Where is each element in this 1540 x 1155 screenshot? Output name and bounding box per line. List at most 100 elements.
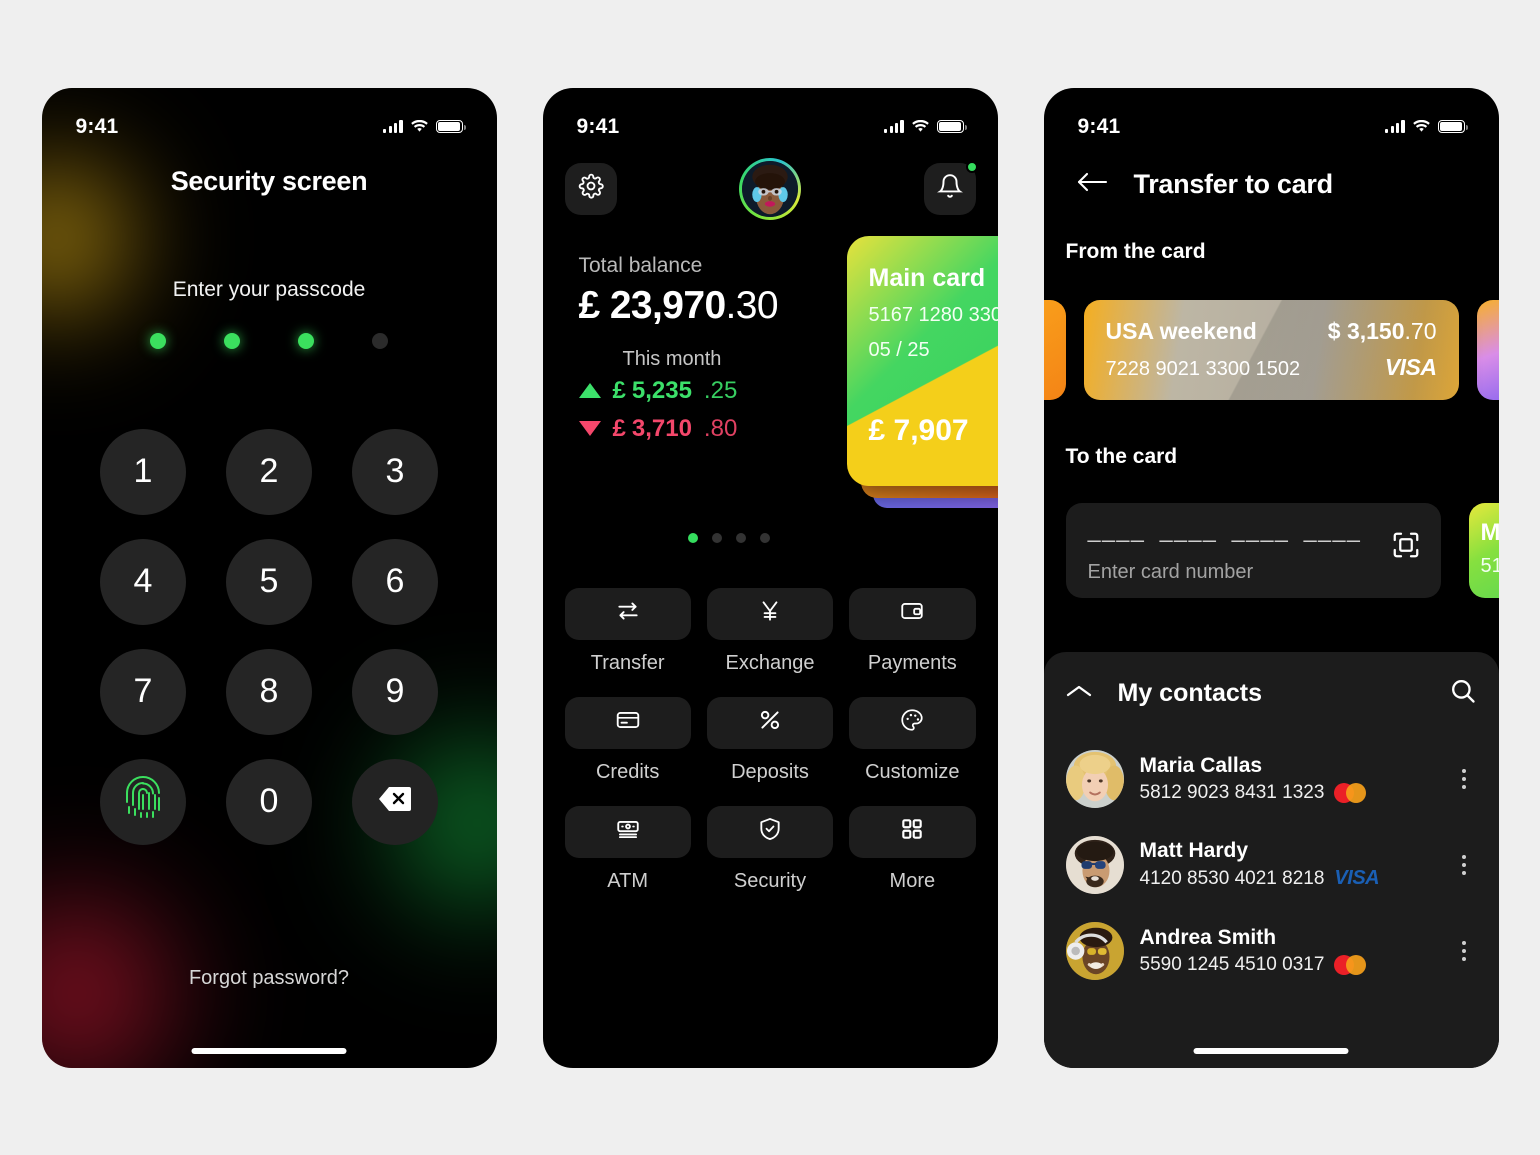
action-transfer-box[interactable] [564, 587, 691, 640]
status-bar: 9:41 [1044, 88, 1499, 148]
contact-card-number: 5590 1245 4510 0317 [1139, 953, 1325, 975]
contact-options-button[interactable] [1451, 768, 1477, 789]
contact-info: Andrea Smith 5590 1245 4510 0317 [1140, 926, 1435, 976]
income-row: £ 5,235 .25 [578, 376, 738, 405]
from-card-name: USA weekend [1105, 317, 1257, 344]
backspace-button[interactable] [352, 758, 438, 845]
contact-row[interactable]: Andrea Smith 5590 1245 4510 0317 [1065, 908, 1477, 994]
forgot-password-link[interactable]: Forgot password? [42, 967, 497, 990]
contact-avatar [1065, 835, 1124, 894]
action-credits-label: Credits [595, 760, 660, 783]
action-transfer[interactable]: Transfer [564, 587, 691, 689]
contact-options-button[interactable] [1451, 940, 1477, 961]
cellular-signal-icon [383, 120, 403, 133]
action-exchange-box[interactable] [706, 587, 834, 640]
key-0[interactable]: 0 [226, 758, 312, 845]
from-card-peek-left[interactable] [1043, 299, 1066, 400]
contact-card-row: 5590 1245 4510 0317 [1140, 954, 1435, 976]
backspace-icon [378, 782, 412, 821]
contact-row[interactable]: Matt Hardy 4120 8530 4021 8218 visa [1065, 822, 1477, 908]
settings-button[interactable] [564, 162, 617, 215]
battery-icon [1437, 119, 1468, 134]
percent-icon [757, 707, 783, 738]
income-main: 5,235 [631, 376, 692, 404]
home-indicator [1193, 1047, 1349, 1054]
action-atm[interactable]: ATM [564, 805, 691, 907]
passcode-dots [42, 332, 497, 349]
outcome-cents: .80 [703, 414, 738, 442]
status-icons [884, 119, 967, 134]
action-payments-box[interactable] [849, 587, 976, 640]
status-time: 9:41 [75, 114, 119, 138]
credit-card-icon [615, 707, 641, 738]
action-transfer-label: Transfer [590, 651, 665, 674]
fingerprint-icon [121, 773, 165, 830]
pager-dot[interactable] [735, 532, 746, 543]
pager-dot[interactable] [711, 532, 722, 543]
wifi-icon [1412, 120, 1430, 133]
action-credits[interactable]: Credits [564, 696, 691, 798]
cellular-signal-icon [1385, 120, 1405, 133]
key-6[interactable]: 6 [352, 538, 438, 625]
key-3[interactable]: 3 [352, 428, 438, 515]
action-more-box[interactable] [849, 805, 976, 858]
balance-amount: £ 23,970.30 [579, 284, 779, 328]
from-card-peek-right[interactable] [1476, 299, 1499, 400]
contacts-list: Maria Callas 5812 9023 8431 1323 Matt Ha… [1065, 736, 1477, 994]
key-4[interactable]: 4 [100, 538, 186, 625]
action-security-box[interactable] [706, 805, 834, 858]
action-deposits[interactable]: Deposits [706, 696, 834, 798]
key-9[interactable]: 9 [352, 648, 438, 735]
action-customize-box[interactable] [849, 696, 976, 749]
action-deposits-label: Deposits [731, 760, 809, 783]
action-exchange[interactable]: Exchange [706, 587, 834, 689]
from-card-amount-main: 3,150 [1346, 317, 1405, 344]
action-more[interactable]: More [849, 805, 976, 907]
fingerprint-button[interactable] [100, 758, 186, 845]
main-card[interactable]: Main card 5167 1280 330 05 / 25 £ 7,907 [846, 235, 998, 486]
bell-icon [936, 173, 963, 204]
card-number-input[interactable]: ———— ———— ———— ———— Enter card number [1065, 502, 1441, 598]
from-card-selected[interactable]: USA weekend $ 3,150.70 7228 9021 3300 15… [1083, 299, 1459, 400]
action-payments-label: Payments [867, 651, 957, 674]
carousel-pager[interactable] [687, 532, 770, 543]
key-1[interactable]: 1 [100, 428, 186, 515]
avatar[interactable] [739, 157, 801, 220]
action-atm-box[interactable] [564, 805, 691, 858]
action-payments[interactable]: Payments [849, 587, 976, 689]
income-cents: .25 [703, 376, 738, 404]
from-card-carousel[interactable]: USA weekend $ 3,150.70 7228 9021 3300 15… [1043, 299, 1499, 405]
search-icon[interactable] [1449, 677, 1477, 710]
contact-avatar [1065, 749, 1124, 808]
key-8[interactable]: 8 [226, 648, 312, 735]
avatar-image [742, 160, 798, 217]
shield-check-icon [757, 816, 783, 847]
action-security[interactable]: Security [706, 805, 834, 907]
scan-card-icon[interactable] [1391, 530, 1421, 565]
contact-options-button[interactable] [1451, 854, 1477, 875]
contacts-panel: My contacts Maria Callas 5812 9023 8431 … [1043, 651, 1499, 1068]
pager-dot[interactable] [759, 532, 770, 543]
chevron-up-icon[interactable] [1066, 683, 1092, 704]
gear-icon [578, 173, 604, 204]
contact-info: Maria Callas 5812 9023 8431 1323 [1140, 754, 1435, 804]
grid-icon [899, 816, 925, 847]
contact-row[interactable]: Maria Callas 5812 9023 8431 1323 [1065, 736, 1477, 822]
card-carousel[interactable]: Main card 5167 1280 330 05 / 25 £ 7,907 [846, 235, 998, 511]
action-customize[interactable]: Customize [849, 696, 976, 798]
outcome-main: 3,710 [631, 414, 692, 442]
contacts-title: My contacts [1117, 679, 1262, 707]
action-credits-box[interactable] [564, 696, 691, 749]
key-2[interactable]: 2 [226, 428, 312, 515]
action-deposits-box[interactable] [706, 696, 834, 749]
to-card-peek[interactable]: M 51 [1468, 502, 1499, 598]
from-card-number: 7228 9021 3300 1502 [1105, 357, 1301, 380]
notifications-button[interactable] [923, 160, 978, 215]
quick-actions-grid: Transfer Exchange Payments Credits Depos… [564, 587, 976, 907]
key-7[interactable]: 7 [100, 648, 186, 735]
contact-name: Maria Callas [1139, 753, 1263, 777]
back-button[interactable] [1076, 171, 1108, 198]
nav-bar: Transfer to card [1076, 162, 1467, 208]
pager-dot[interactable] [687, 532, 698, 543]
key-5[interactable]: 5 [226, 538, 312, 625]
